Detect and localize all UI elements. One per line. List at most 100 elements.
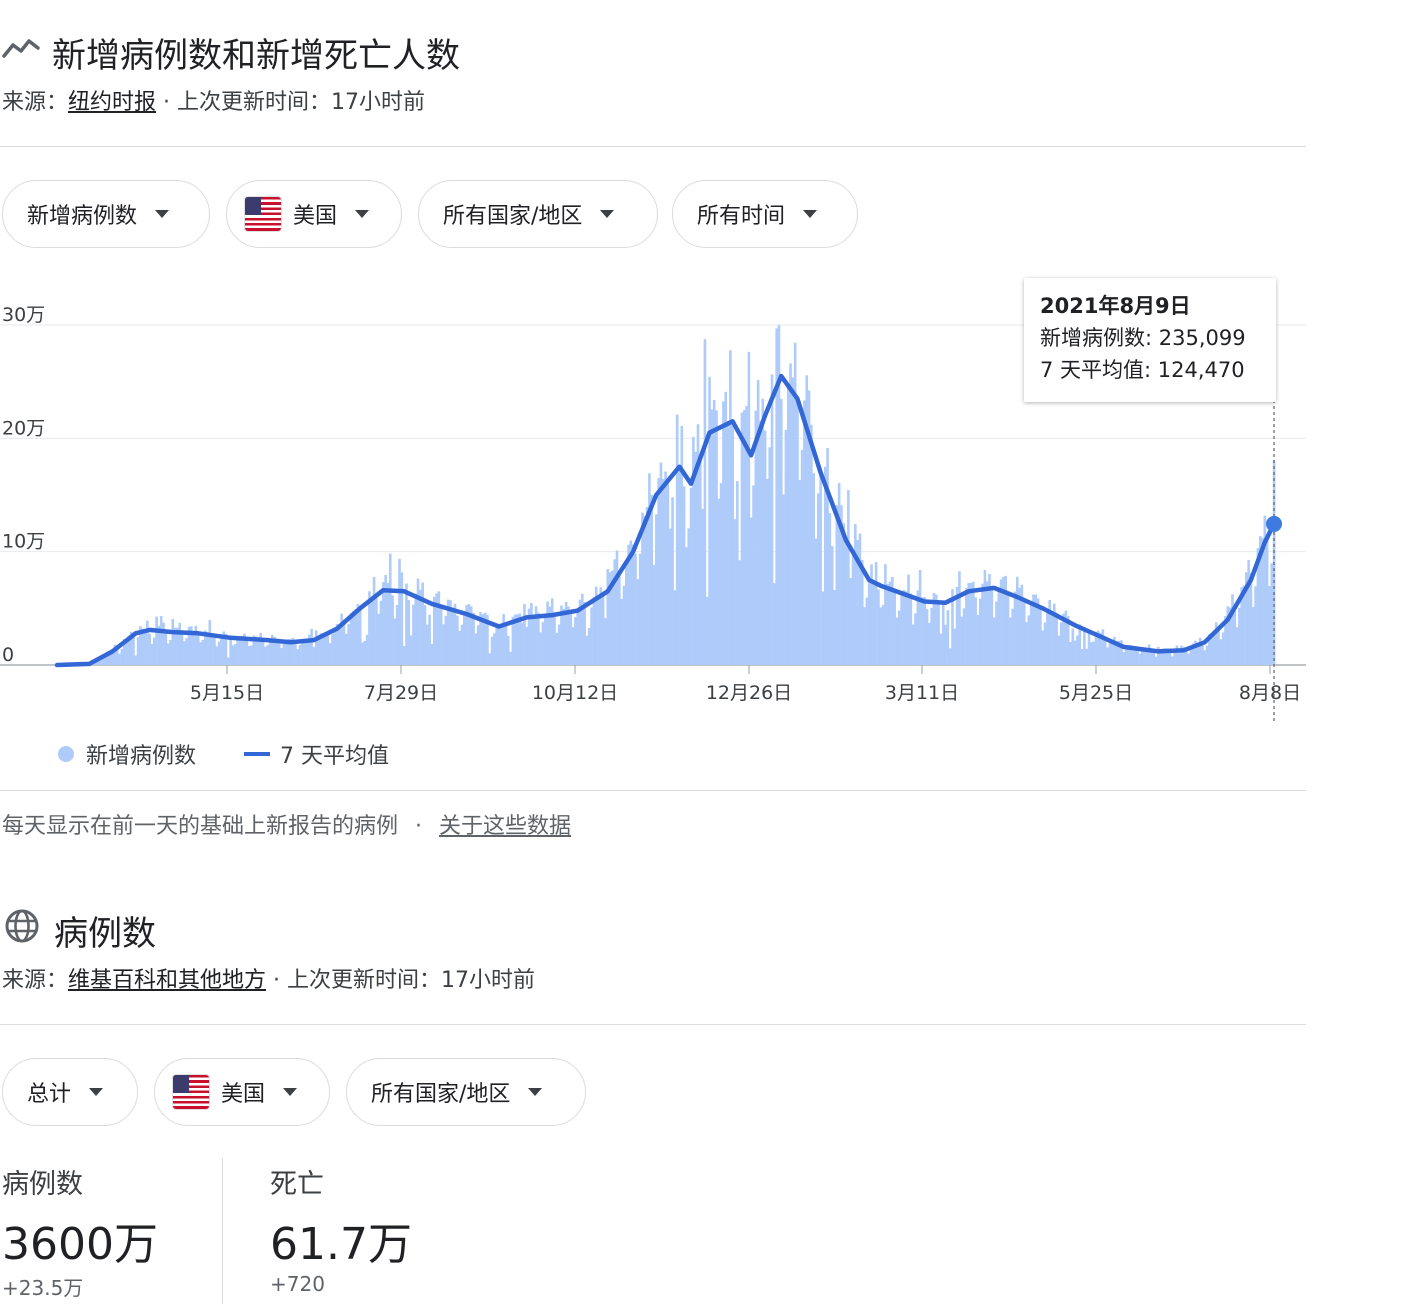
daily-case-bar — [1108, 643, 1112, 665]
daily-case-bar — [849, 578, 852, 665]
daily-case-bar — [886, 584, 890, 665]
daily-case-bar — [960, 616, 964, 665]
daily-case-bar — [1055, 612, 1058, 665]
daily-case-bar — [911, 624, 915, 665]
daily-case-bar — [844, 537, 848, 665]
daily-case-bar — [902, 589, 906, 665]
daily-case-bar — [398, 558, 401, 665]
daily-case-bar — [965, 588, 968, 665]
legend-label: 7 天平均值 — [280, 744, 389, 769]
country-dropdown[interactable]: 美国 — [226, 180, 402, 248]
tooltip-cases: 新增病例数: 235,099 — [1040, 326, 1246, 350]
daily-case-bar — [1254, 586, 1257, 665]
daily-case-bar — [136, 637, 140, 665]
daily-case-bar — [1076, 635, 1079, 665]
daily-case-bar — [208, 620, 212, 665]
daily-case-bar — [567, 606, 570, 665]
daily-case-bar — [821, 591, 825, 665]
source-link[interactable]: 纽约时报 — [68, 90, 156, 115]
legend-line-icon — [244, 752, 270, 756]
about-data-link[interactable]: 关于这些数据 — [439, 814, 571, 839]
daily-case-bar — [895, 617, 899, 665]
daily-case-bar — [877, 589, 880, 665]
daily-case-bar — [657, 478, 660, 665]
source-link[interactable]: 维基百科和其他地方 — [68, 968, 266, 993]
daily-case-bar — [233, 644, 237, 665]
daily-case-bar — [1069, 641, 1072, 665]
daily-case-bar — [817, 493, 820, 665]
daily-case-bar — [983, 569, 987, 665]
daily-case-bar — [678, 464, 681, 665]
metric-dropdown[interactable]: 总计 — [2, 1058, 138, 1126]
daily-case-bar — [789, 363, 792, 665]
daily-case-bar — [321, 634, 325, 665]
daily-case-bar — [1233, 609, 1237, 665]
metric-dropdown[interactable]: 新增病例数 — [2, 180, 210, 248]
daily-case-bar — [1265, 533, 1269, 665]
daily-case-bar — [1015, 576, 1019, 665]
time-range-dropdown[interactable]: 所有时间 — [672, 180, 858, 248]
country-dropdown[interactable]: 美国 — [154, 1058, 330, 1126]
daily-case-bar — [148, 633, 151, 665]
daily-case-bar — [532, 615, 536, 665]
source-prefix: 来源： — [2, 90, 69, 115]
daily-case-bar — [490, 636, 494, 665]
daily-case-bar — [604, 618, 607, 665]
y-tick-label: 0 — [2, 644, 14, 666]
daily-case-bar — [386, 582, 390, 665]
daily-case-bar — [555, 632, 559, 665]
daily-case-bar — [215, 646, 219, 665]
chip-label: 新增病例数 — [27, 204, 138, 229]
cases-label: 病例数 — [2, 1169, 83, 1200]
daily-case-bar — [928, 622, 931, 665]
daily-case-bar — [354, 609, 357, 665]
daily-case-bar — [317, 638, 320, 665]
daily-case-bar — [326, 634, 330, 665]
y-axis-ticks: 0 10万 20万 30万 — [2, 304, 45, 666]
daily-case-bar — [231, 645, 235, 665]
daily-case-bar — [1029, 603, 1033, 665]
daily-case-bar — [1050, 612, 1054, 665]
daily-case-bar — [405, 583, 408, 665]
daily-case-bar — [414, 593, 418, 665]
region-dropdown[interactable]: 所有国家/地区 — [418, 180, 658, 248]
daily-case-bar — [782, 494, 785, 665]
daily-case-bar — [102, 658, 105, 665]
daily-case-bar — [685, 547, 688, 665]
daily-case-bar — [583, 601, 586, 665]
daily-case-bar — [601, 594, 605, 665]
daily-case-bar — [708, 376, 711, 665]
daily-case-bar — [1238, 607, 1241, 665]
x-axis-ticks: 5月15日 7月29日 10月12日 12月26日 3月11日 5月25日 8月8日 — [190, 665, 1301, 704]
daily-case-bar — [557, 624, 561, 665]
caret-down-icon — [155, 210, 170, 218]
daily-case-bar — [365, 634, 369, 665]
daily-case-bar — [298, 644, 302, 665]
daily-case-bar — [925, 609, 929, 665]
daily-case-bar — [682, 486, 686, 665]
daily-case-bar — [592, 597, 596, 665]
daily-case-bar — [791, 377, 795, 665]
updated-text: · 上次更新时间：17小时前 — [266, 968, 536, 993]
daily-case-bar — [803, 400, 806, 665]
daily-case-bar — [284, 641, 288, 665]
daily-case-bar — [652, 564, 656, 665]
x-tick-label: 10月12日 — [532, 682, 618, 704]
daily-case-bar — [733, 519, 737, 665]
daily-case-bar — [941, 600, 945, 665]
daily-case-bar — [958, 571, 961, 665]
daily-case-bar — [504, 624, 508, 665]
daily-case-bar — [495, 624, 499, 665]
daily-case-bar — [699, 456, 702, 665]
daily-case-bar — [1039, 606, 1042, 665]
region-dropdown[interactable]: 所有国家/地区 — [346, 1058, 586, 1126]
divider — [0, 1024, 1306, 1025]
daily-case-bar — [1059, 622, 1063, 665]
chip-label: 总计 — [27, 1082, 72, 1107]
daily-case-bar — [372, 576, 376, 665]
daily-case-bar — [294, 643, 297, 665]
daily-case-bar — [428, 614, 431, 665]
daily-case-bar — [1235, 627, 1239, 665]
daily-case-bar — [944, 624, 947, 665]
daily-case-bar — [1122, 651, 1126, 665]
